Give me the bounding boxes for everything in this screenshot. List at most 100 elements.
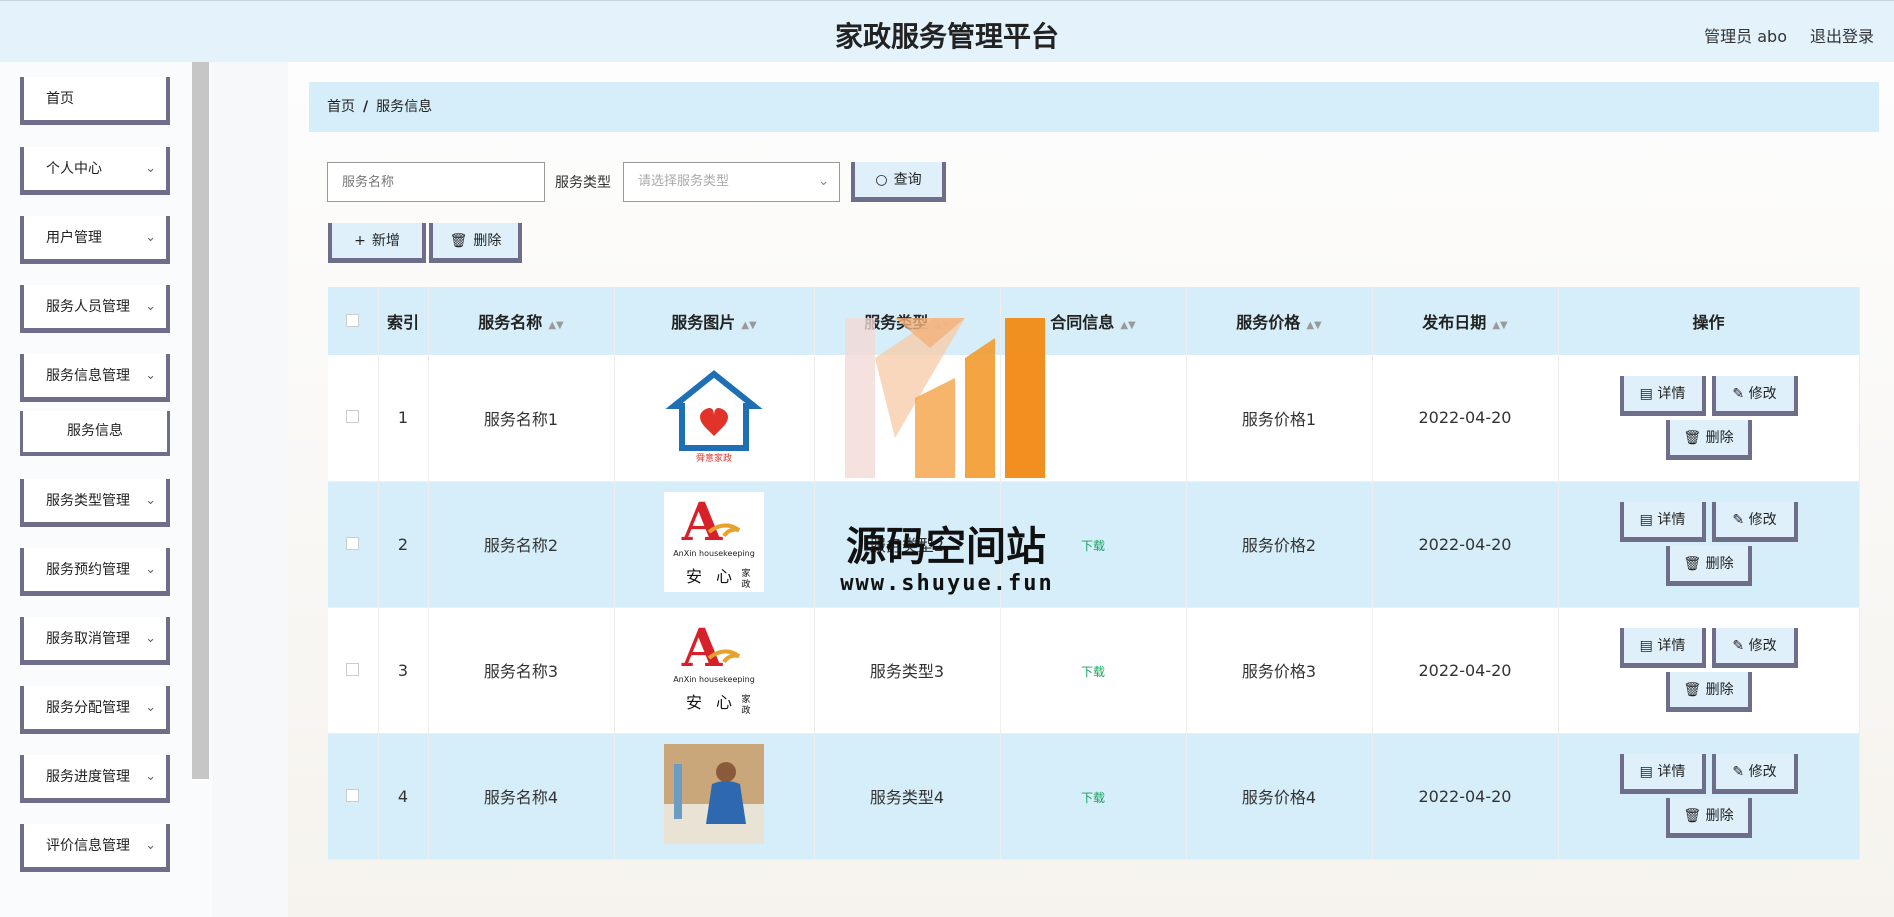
chevron-down-icon: ⌄ [818, 174, 829, 189]
detail-button[interactable]: ▤ 详情 [1619, 502, 1706, 542]
table-row[interactable]: 3 服务名称3 A AnXin housekeeping 安心家政 服务类型3 下载 服务价格… [328, 607, 1860, 734]
sort-icon[interactable]: ▲▼ [934, 320, 949, 331]
detail-button[interactable]: ▤ 详情 [1619, 628, 1706, 668]
col-date[interactable]: 发布日期 ▲▼ [1372, 287, 1559, 355]
service-image[interactable]: A AnXin housekeeping 安心家政 [664, 618, 764, 718]
service-type-select[interactable]: 请选择服务类型 ⌄ [623, 162, 840, 202]
row-actions: ▤ 详情 ✎ 修改 🗑 删除 [1558, 607, 1860, 734]
sidebar-item-label: 服务进度管理 [46, 769, 130, 785]
sidebar-item[interactable]: 服务进度管理 ⌄ [20, 755, 170, 803]
sidebar-item[interactable]: 评价信息管理 ⌄ [20, 824, 170, 872]
table-row[interactable]: 2 服务名称2 A AnXin housekeeping 安心家政服务类型2 下载 服务价格… [328, 481, 1860, 608]
detail-button[interactable]: ▤ 详情 [1619, 754, 1706, 794]
row-price: 服务价格4 [1186, 733, 1373, 860]
select-all-checkbox[interactable] [346, 313, 360, 327]
row-date: 2022-04-20 [1372, 733, 1559, 860]
detail-button[interactable]: ▤ 详情 [1619, 375, 1706, 416]
sort-icon[interactable]: ▲▼ [1492, 320, 1507, 331]
service-type-label: 服务类型 [555, 175, 611, 191]
delete-button[interactable]: 🗑 删除 [1665, 546, 1752, 586]
sort-icon[interactable]: ▲▼ [1306, 320, 1321, 331]
row-actions: ▤ 详情 ✎ 修改 🗑 删除 [1558, 481, 1860, 608]
row-checkbox[interactable] [346, 410, 360, 424]
service-table: 索引 服务名称 ▲▼ 服务图片 ▲▼ 服务类型 ▲▼ 合同信息 ▲▼ 服务价格 ▲▼ 发布… [328, 287, 1860, 860]
row-index: 1 [378, 355, 429, 482]
svg-text:A: A [681, 492, 723, 553]
row-image-cell: A AnXin housekeeping 安心家政 [614, 481, 815, 608]
sidebar-item[interactable]: 服务取消管理 ⌄ [20, 617, 170, 665]
sidebar-item[interactable]: 个人中心 ⌄ [20, 147, 170, 195]
row-price: 服务价格3 [1186, 607, 1373, 734]
sidebar-item[interactable]: 服务类型管理 ⌄ [20, 479, 170, 527]
batch-delete-button[interactable]: 🗑 删除 [429, 223, 522, 263]
row-select-cell[interactable] [328, 607, 379, 734]
add-button[interactable]: + 新增 [328, 223, 426, 263]
pencil-icon: ✎ [1732, 512, 1749, 528]
search-icon: ○ [875, 172, 888, 188]
service-image[interactable]: A AnXin housekeeping 安心家政 [664, 492, 764, 592]
row-checkbox[interactable] [346, 536, 360, 550]
row-select-cell[interactable] [328, 733, 379, 860]
query-button[interactable]: ○ 查询 [851, 162, 946, 202]
sidebar-item[interactable]: 服务人员管理 ⌄ [20, 285, 170, 333]
sidebar-item[interactable]: 首页 [20, 77, 170, 125]
sidebar-item[interactable]: 服务分配管理 ⌄ [20, 686, 170, 734]
logout-link[interactable]: 退出登录 [1810, 23, 1874, 47]
sort-icon[interactable]: ▲▼ [548, 320, 563, 331]
sort-icon[interactable]: ▲▼ [741, 320, 756, 331]
admin-name: 管理员 abo [1704, 27, 1787, 46]
contract-download-link[interactable]: 下载 [1081, 539, 1105, 553]
edit-button[interactable]: ✎ 修改 [1711, 375, 1798, 416]
svg-text:政: 政 [741, 704, 750, 716]
chevron-down-icon: ⌄ [145, 230, 156, 245]
row-index: 3 [378, 607, 429, 734]
col-price[interactable]: 服务价格 ▲▼ [1186, 287, 1373, 355]
row-checkbox[interactable] [346, 662, 360, 676]
col-type[interactable]: 服务类型 ▲▼ [814, 287, 1001, 355]
sidebar-item[interactable]: 用户管理 ⌄ [20, 216, 170, 264]
contract-download-link[interactable]: 下载 [1081, 665, 1105, 679]
row-type: 服务类型3 [814, 607, 1001, 734]
service-image[interactable] [664, 744, 764, 844]
svg-text:安: 安 [686, 693, 702, 712]
row-type: 服务类型4 [814, 733, 1001, 860]
sidebar-item[interactable]: 服务预约管理 ⌄ [20, 548, 170, 596]
svg-text:政: 政 [741, 578, 750, 590]
sidebar-scrollbar[interactable] [192, 62, 209, 779]
sort-icon[interactable]: ▲▼ [1120, 320, 1135, 331]
service-name-input[interactable] [327, 162, 545, 202]
delete-button[interactable]: 🗑 删除 [1665, 672, 1752, 712]
svg-text:家: 家 [741, 567, 750, 579]
select-all-cell[interactable] [328, 287, 379, 355]
edit-button[interactable]: ✎ 修改 [1711, 628, 1798, 668]
watermark-text: 源码空间站 [846, 524, 1046, 570]
sidebar-item[interactable]: 服务信息管理 ⌄ [20, 354, 170, 402]
row-contract [1000, 355, 1187, 482]
row-select-cell[interactable] [328, 481, 379, 608]
delete-button[interactable]: 🗑 删除 [1665, 798, 1752, 838]
table-row[interactable]: 4 服务名称4 服务类型4 下载 服务价格4 2022-04-20 ▤ 详情 ✎ 修改 🗑 删除 [328, 733, 1860, 860]
edit-button[interactable]: ✎ 修改 [1711, 754, 1798, 794]
row-image-cell: 舜意家政 [614, 355, 815, 482]
sidebar-item-label: 服务类型管理 [46, 493, 130, 509]
document-icon: ▤ [1639, 764, 1658, 780]
breadcrumb-current: 服务信息 [376, 99, 433, 115]
sidebar-item[interactable]: 服务信息 [20, 411, 170, 456]
delete-button[interactable]: 🗑 删除 [1665, 419, 1752, 460]
plus-icon: + [354, 233, 366, 249]
table-row[interactable]: 1 服务名称1 舜意家政 服务价格1 2022-04-20 ▤ 详情 ✎ 修改 🗑 删除 [328, 355, 1860, 482]
row-checkbox[interactable] [346, 788, 360, 802]
col-name[interactable]: 服务名称 ▲▼ [428, 287, 615, 355]
svg-text:舜意家政: 舜意家政 [696, 452, 732, 464]
breadcrumb-home[interactable]: 首页 [327, 99, 355, 115]
edit-button[interactable]: ✎ 修改 [1711, 502, 1798, 542]
service-image[interactable]: 舜意家政 [664, 365, 764, 466]
row-select-cell[interactable] [328, 355, 379, 482]
col-contract[interactable]: 合同信息 ▲▼ [1000, 287, 1187, 355]
batch-delete-label: 删除 [473, 233, 502, 249]
contract-download-link[interactable]: 下载 [1081, 791, 1105, 805]
col-image[interactable]: 服务图片 ▲▼ [614, 287, 815, 355]
chevron-down-icon: ⌄ [145, 769, 156, 784]
row-name: 服务名称1 [428, 355, 615, 482]
row-name: 服务名称3 [428, 607, 615, 734]
